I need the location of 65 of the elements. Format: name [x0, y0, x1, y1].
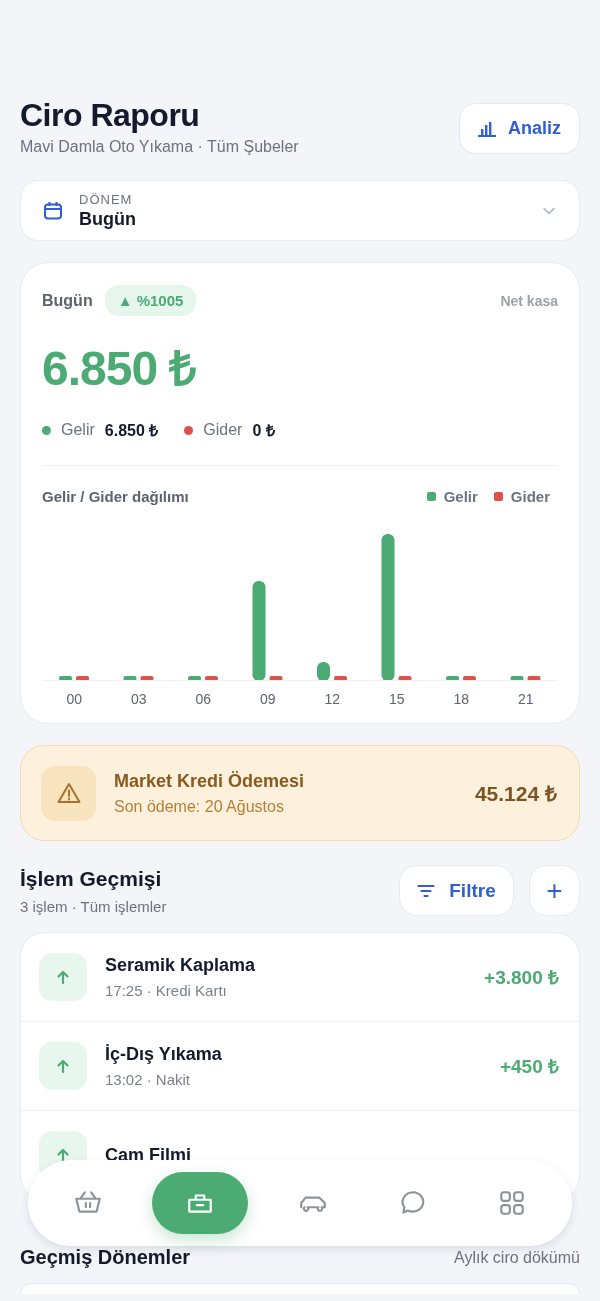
- legend-label: Gelir: [443, 488, 478, 505]
- analysis-button[interactable]: Analiz: [459, 103, 580, 154]
- expense-bar: [463, 676, 476, 681]
- axis-label: 12: [323, 691, 342, 707]
- section-title: Geçmiş Dönemler: [20, 1246, 191, 1269]
- axis-label: 09: [258, 691, 277, 707]
- filter-button[interactable]: Filtre: [399, 865, 514, 916]
- bar-chart-icon: [478, 120, 496, 137]
- total-amount: 6.850 ₺: [42, 341, 196, 397]
- expense-bar: [527, 676, 541, 681]
- transaction-name: Seramik Kaplama: [105, 955, 257, 976]
- axis-label: 15: [387, 691, 406, 707]
- section-caption: Aylık ciro dökümü: [454, 1248, 580, 1267]
- period-value: Bugün: [79, 208, 137, 230]
- period-label: DÖNEM: [79, 191, 134, 207]
- axis-label: 00: [65, 691, 84, 707]
- alert-detail: Son ödeme: 20 Ağustos: [114, 797, 285, 816]
- transaction-detail: 13:02 · Nakit: [105, 1071, 192, 1088]
- transaction-row[interactable]: İç-Dış Yıkama 13:02 · Nakit +450 ₺: [21, 1022, 579, 1111]
- transaction-name: İç-Dış Yıkama: [105, 1044, 223, 1065]
- add-button[interactable]: +: [529, 865, 580, 916]
- change-badge: ▲ %1005: [104, 285, 197, 316]
- transaction-amount: +450 ₺: [499, 1055, 559, 1079]
- transaction-row[interactable]: Seramik Kaplama 17:25 · Kredi Kartı +3.800 ₺: [21, 933, 579, 1022]
- income-bar: [188, 676, 201, 681]
- period-dropdown[interactable]: DÖNEM Bugün: [20, 180, 580, 241]
- total-value: 0 ₺: [252, 421, 275, 441]
- page-title: Ciro Raporu: [20, 96, 201, 134]
- arrow-up-icon: [55, 1058, 71, 1074]
- total-label: Gelir: [61, 421, 95, 439]
- income-bar: [123, 676, 137, 681]
- axis-label: 06: [194, 691, 213, 707]
- income-bar: [59, 676, 72, 681]
- expense-bar: [334, 676, 347, 681]
- axis-label: 03: [129, 691, 148, 707]
- net-cash-label: Net kasa: [500, 292, 558, 309]
- chart-title: Gelir / Gider dağılımı: [42, 488, 189, 505]
- axis-label: 18: [452, 691, 471, 707]
- income-bar: [510, 676, 524, 681]
- axis-label: 21: [516, 691, 535, 707]
- period-text: Bugün: [42, 291, 93, 310]
- alert-card[interactable]: Market Kredi Ödemesi Son ödeme: 20 Ağustos 45.124 ₺: [20, 745, 580, 841]
- transaction-name: Cam Filmi: [105, 1144, 193, 1166]
- alert-title: Market Kredi Ödemesi: [114, 770, 306, 792]
- nav-tab[interactable]: [152, 1172, 249, 1234]
- arrow-up-icon: [55, 1147, 71, 1163]
- expense-bar: [269, 676, 283, 681]
- expense-bar: [205, 676, 218, 681]
- alert-amount: 45.124 ₺: [474, 781, 557, 807]
- expense-bar: [398, 676, 412, 681]
- page-subtitle: Mavi Damla Oto Yıkama · Tüm Şubeler: [20, 138, 299, 156]
- transaction-amount: +3.800 ₺: [484, 966, 559, 990]
- legend-label: Gider: [510, 488, 550, 505]
- expense-bar: [76, 676, 89, 681]
- section-subtitle: 3 işlem · Tüm işlemler: [20, 897, 168, 915]
- transaction-detail: 17:25 · Kredi Kartı: [105, 982, 228, 999]
- warning-icon: [56, 782, 81, 804]
- expense-bar: [140, 676, 154, 681]
- section-title: İşlem Geçmişi: [20, 866, 163, 891]
- calendar-icon: [43, 200, 63, 221]
- arrow-up-icon: [55, 969, 71, 985]
- income-bar: [446, 676, 459, 681]
- filter-icon: [417, 883, 436, 898]
- total-value: 6.850 ₺: [104, 421, 159, 441]
- total-label: Gider: [203, 421, 243, 439]
